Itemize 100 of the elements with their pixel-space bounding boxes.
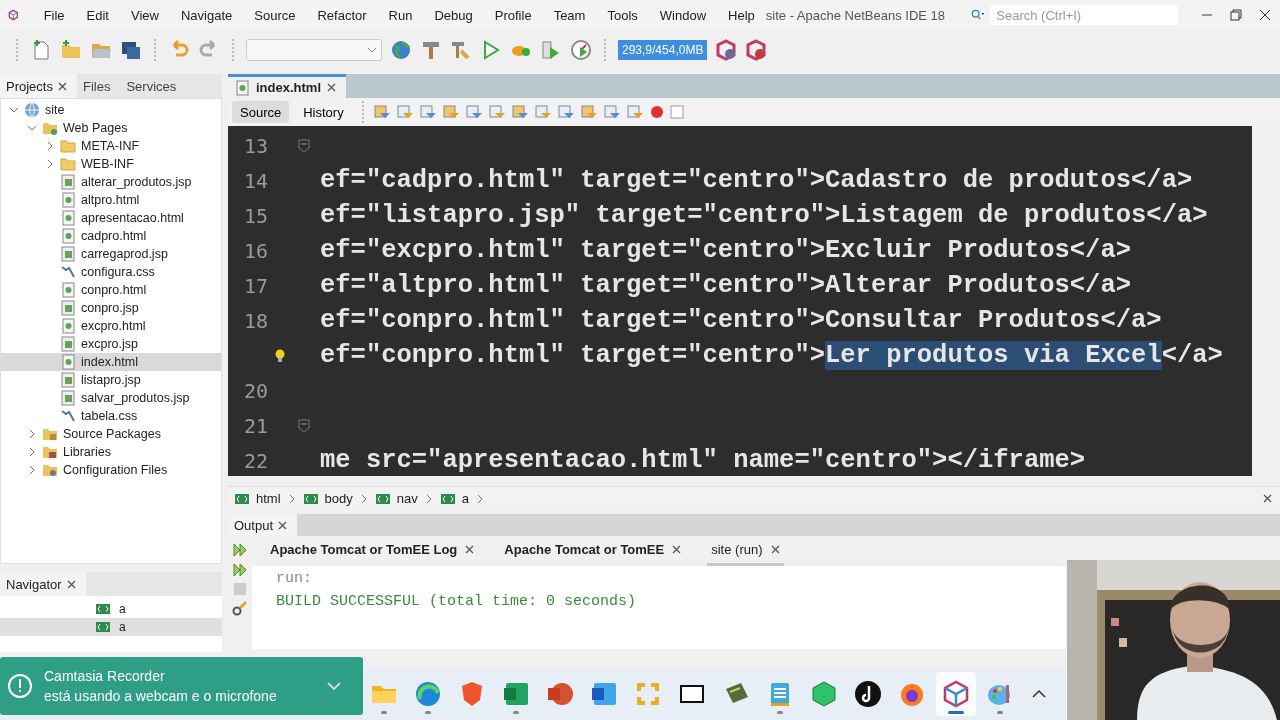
menu-item[interactable]: Tools (596, 7, 649, 23)
settings-icon[interactable] (232, 600, 248, 616)
tree-item[interactable]: listapro.jsp (1, 371, 221, 389)
close-icon[interactable] (327, 83, 336, 92)
panel-tab[interactable]: Projects (0, 74, 77, 98)
jsp-file-icon (60, 300, 76, 316)
panel-tab[interactable]: Output (228, 514, 298, 536)
tree-item[interactable]: tabela.css (1, 407, 221, 425)
menu-item[interactable]: Refactor (306, 7, 378, 23)
panel-tab[interactable]: Files (76, 74, 121, 98)
menu-item[interactable]: Debug (423, 7, 484, 23)
tree-item[interactable]: alterar_produtos.jsp (1, 173, 221, 191)
tree-item[interactable]: WEB-INF (1, 155, 221, 173)
menu-item[interactable]: Run (377, 7, 424, 23)
navigator-item[interactable]: a (0, 618, 222, 636)
close-icon[interactable] (770, 545, 780, 554)
window-title: site - Apache NetBeans IDE 18 (765, 7, 945, 23)
tree-item[interactable]: Libraries (1, 443, 221, 461)
menu-item[interactable]: View (120, 7, 170, 23)
save-icon[interactable] (120, 39, 142, 61)
fold-marker-icon[interactable] (298, 138, 310, 153)
panel-tab[interactable]: Navigator (0, 572, 86, 596)
selected-code-text: Ler produtos via Excel (825, 341, 1162, 370)
view-tab[interactable]: History (295, 101, 352, 123)
code-text: ef="altpro.html" target="centro">Alterar Produtos</a> (320, 271, 1132, 300)
line-number: 20 (242, 378, 268, 403)
navigator-item[interactable]: a (0, 600, 222, 618)
close-icon[interactable] (1259, 9, 1272, 21)
profile-icon[interactable] (715, 39, 738, 61)
tree-item[interactable]: cadpro.html (1, 227, 221, 245)
breadcrumb-item[interactable]: a (461, 491, 469, 506)
stop-macro-icon[interactable] (669, 105, 684, 119)
code-text: ef="excpro.html" target="centro">Excluir Produtos</a> (320, 236, 1132, 265)
record-macro-icon[interactable] (649, 105, 664, 119)
editor-tab[interactable]: index.html (228, 74, 346, 98)
console-line: BUILD SUCCESSFUL (total time: 0 seconds) (276, 593, 638, 610)
css-file-icon (60, 264, 76, 280)
tree-item[interactable]: apresentacao.html (1, 209, 221, 227)
chevron-up-icon[interactable] (1032, 689, 1046, 699)
close-icon[interactable] (465, 545, 475, 554)
tree-item[interactable]: site (1, 101, 221, 119)
notification-message: está usando a webcam e o microfone (44, 688, 278, 704)
breadcrumb-item[interactable]: body (324, 491, 353, 506)
console-tab[interactable]: Apache Tomcat or TomEE (500, 536, 686, 566)
jsp-file-icon (60, 372, 76, 388)
tree-item[interactable]: Web Pages (1, 119, 221, 137)
code-editor[interactable] (228, 126, 1252, 476)
rerun-options-icon[interactable] (232, 562, 248, 578)
menu-item[interactable]: Profile (483, 7, 543, 23)
tree-item[interactable]: Source Packages (1, 425, 221, 443)
tree-item[interactable]: altpro.html (1, 191, 221, 209)
close-icon[interactable] (672, 545, 682, 554)
tree-item[interactable]: configura.css (1, 263, 221, 281)
close-icon[interactable] (57, 81, 67, 91)
panel-tab[interactable]: Services (120, 74, 187, 98)
gauge-icon[interactable] (570, 39, 592, 61)
search-field[interactable]: Search (Ctrl+I) (990, 5, 1179, 25)
menu-item[interactable]: Navigate (169, 7, 244, 23)
tree-item[interactable]: excpro.jsp (1, 335, 221, 353)
browser-icon (413, 679, 443, 709)
close-icon[interactable] (66, 579, 76, 589)
code-text: </a> (1161, 341, 1223, 370)
menu-item[interactable]: Edit (75, 7, 120, 23)
line-number: 13 (242, 133, 268, 158)
tree-item[interactable]: conpro.html (1, 281, 221, 299)
tree-item[interactable]: excpro.html (1, 317, 221, 335)
breadcrumb-item[interactable]: nav (396, 491, 418, 506)
tree-item[interactable]: conpro.jsp (1, 299, 221, 317)
close-icon[interactable] (278, 520, 288, 530)
menu-item[interactable]: Team (542, 7, 597, 23)
rerun-icon[interactable] (232, 542, 248, 558)
alert-icon (6, 672, 34, 700)
tree-item[interactable]: META-INF (1, 137, 221, 155)
view-tab[interactable]: Source (232, 101, 290, 123)
menu-item[interactable]: Source (243, 7, 307, 23)
close-icon[interactable] (1263, 494, 1272, 503)
code-text: ef="cadpro.html" target="centro">Cadastro de produtos</a> (320, 166, 1193, 195)
fold-marker-icon[interactable] (298, 418, 310, 433)
hammer-icon[interactable] (420, 39, 442, 61)
tree-item[interactable]: index.html (1, 353, 221, 371)
menu-item[interactable]: Help (717, 7, 766, 23)
new-folder-icon[interactable] (60, 39, 82, 61)
tree-item[interactable]: Configuration Files (1, 461, 221, 479)
hammer-brush-icon[interactable] (450, 39, 472, 61)
tree-item[interactable]: salvar_produtos.jsp (1, 389, 221, 407)
config-folder-icon (42, 462, 58, 478)
breadcrumb-item[interactable]: html (256, 491, 281, 506)
tree-item[interactable]: carregaprod.jsp (1, 245, 221, 263)
console-tab[interactable]: Apache Tomcat or TomEE Log (266, 536, 479, 566)
record-icon[interactable] (745, 39, 768, 61)
menu-item[interactable]: Window (648, 7, 718, 23)
menu-item[interactable]: File (32, 7, 76, 23)
globe-icon[interactable] (390, 39, 412, 61)
code-text: me src="apresentacao.html" name="centro"></iframe> (320, 446, 1086, 475)
html-file-icon (60, 210, 76, 226)
jsp-file-icon (60, 390, 76, 406)
restore-icon[interactable] (1230, 9, 1243, 21)
lightbulb-icon[interactable] (274, 348, 286, 363)
chevron-down-icon[interactable] (327, 681, 341, 691)
tag-icon (95, 619, 111, 635)
